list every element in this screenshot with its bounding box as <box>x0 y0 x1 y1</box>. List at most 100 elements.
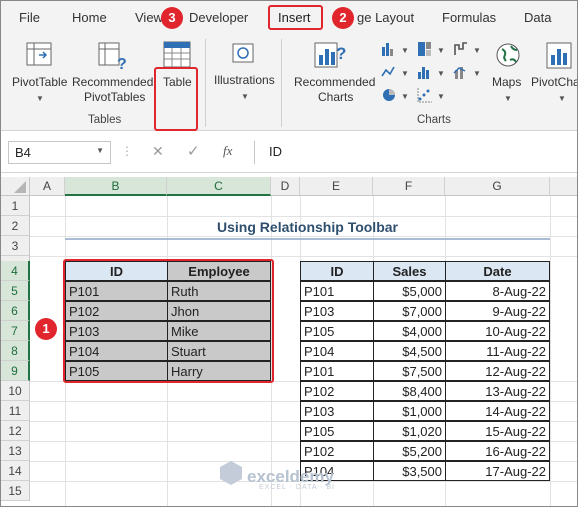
line-chart-icon[interactable]: ▼ <box>381 64 411 80</box>
more-icon: ⋮ <box>121 144 133 158</box>
column-header[interactable] <box>550 177 577 196</box>
tab-file[interactable]: File <box>19 10 40 25</box>
table-header-cell[interactable]: Date <box>445 261 550 281</box>
table-cell[interactable]: $5,200 <box>373 441 446 461</box>
row-header[interactable]: 14 <box>1 461 30 481</box>
row-header[interactable]: 15 <box>1 481 30 501</box>
table-cell[interactable]: $5,000 <box>373 281 446 301</box>
tab-formulas[interactable]: Formulas <box>442 10 496 25</box>
table-cell[interactable]: 16-Aug-22 <box>445 441 550 461</box>
worksheet-grid[interactable]: A B C D E F G 1 2 3 4 5 6 7 8 9 10 11 12… <box>1 177 577 506</box>
column-header[interactable]: F <box>373 177 445 196</box>
tab-view[interactable]: View <box>135 10 163 25</box>
watermark-tagline: EXCEL · DATA · BI <box>259 484 335 491</box>
confirm-icon[interactable]: ✓ <box>187 142 200 160</box>
gridline <box>30 236 577 237</box>
row-header[interactable]: 2 <box>1 216 30 236</box>
selection-highlight <box>63 259 274 383</box>
column-header[interactable]: E <box>300 177 373 196</box>
bar-chart-icon[interactable]: ▼ <box>381 41 411 57</box>
table-header-cell[interactable]: Sales <box>373 261 446 281</box>
group-label-charts: Charts <box>417 114 451 126</box>
recommended-charts-label-1: Recommended <box>294 75 376 89</box>
table-cell[interactable]: P103 <box>300 301 374 321</box>
row-header[interactable]: 6 <box>1 301 30 321</box>
column-header[interactable]: D <box>271 177 300 196</box>
table-cell[interactable]: 8-Aug-22 <box>445 281 550 301</box>
row-header[interactable]: 12 <box>1 421 30 441</box>
row-header[interactable]: 9 <box>1 361 30 381</box>
tab-page-layout[interactable]: ge Layout <box>357 10 414 25</box>
row-header-gap <box>1 256 30 261</box>
row-header[interactable]: 13 <box>1 441 30 461</box>
row-header[interactable]: 11 <box>1 401 30 421</box>
table-cell[interactable]: P105 <box>300 321 374 341</box>
tab-developer[interactable]: Developer <box>189 10 248 25</box>
table-cell[interactable]: P102 <box>300 381 374 401</box>
row-header[interactable]: 5 <box>1 281 30 301</box>
table-cell[interactable]: 12-Aug-22 <box>445 361 550 381</box>
table-cell[interactable]: $4,500 <box>373 341 446 361</box>
ribbon-divider <box>205 39 206 127</box>
table-cell[interactable]: $7,000 <box>373 301 446 321</box>
svg-text:?: ? <box>336 44 346 63</box>
table-header-cell[interactable]: ID <box>300 261 374 281</box>
ribbon-insert: PivotTable ▼ ? Recommended PivotTables T… <box>1 35 577 131</box>
scatter-chart-icon[interactable]: ▼ <box>417 87 447 103</box>
row-header[interactable]: 8 <box>1 341 30 361</box>
table-cell[interactable]: 9-Aug-22 <box>445 301 550 321</box>
tab-data[interactable]: Data <box>524 10 551 25</box>
row-header[interactable]: 10 <box>1 381 30 401</box>
formula-input[interactable]: ID <box>254 141 577 164</box>
cancel-icon[interactable]: ✕ <box>152 143 164 160</box>
tab-home[interactable]: Home <box>72 10 107 25</box>
table-cell[interactable]: P105 <box>300 421 374 441</box>
column-header[interactable]: G <box>445 177 550 196</box>
table-cell[interactable]: P104 <box>300 341 374 361</box>
table-cell[interactable]: $8,400 <box>373 381 446 401</box>
table-cell[interactable]: P103 <box>300 401 374 421</box>
waterfall-chart-icon[interactable]: ▼ <box>453 41 483 57</box>
table-cell[interactable]: 15-Aug-22 <box>445 421 550 441</box>
pie-chart-icon[interactable]: ▼ <box>381 87 411 103</box>
step-badge-3: 3 <box>161 7 183 29</box>
name-box[interactable]: B4 ▼ <box>8 141 111 164</box>
hierarchy-chart-icon[interactable]: ▼ <box>417 41 447 57</box>
column-header[interactable]: A <box>30 177 65 196</box>
select-all-corner[interactable] <box>1 177 30 196</box>
svg-text:▼: ▼ <box>401 69 409 78</box>
table-cell[interactable]: $3,500 <box>373 461 446 481</box>
column-header[interactable]: B <box>65 177 167 196</box>
table-cell[interactable]: 17-Aug-22 <box>445 461 550 481</box>
pivottable-label: PivotTable <box>12 75 68 89</box>
table-cell[interactable]: $4,000 <box>373 321 446 341</box>
row-header[interactable]: 1 <box>1 196 30 216</box>
table-cell[interactable]: $1,020 <box>373 421 446 441</box>
row-header[interactable]: 7 <box>1 321 30 341</box>
column-header[interactable]: C <box>167 177 271 196</box>
row-header[interactable]: 4 <box>1 261 30 281</box>
table-cell[interactable]: 14-Aug-22 <box>445 401 550 421</box>
step-badge-1: 1 <box>35 318 57 340</box>
table-cell[interactable]: $7,500 <box>373 361 446 381</box>
table-cell[interactable]: P101 <box>300 361 374 381</box>
table-cell[interactable]: P101 <box>300 281 374 301</box>
row-header[interactable]: 3 <box>1 236 30 256</box>
insert-function-icon[interactable]: fx <box>223 143 232 159</box>
recommended-charts-label-2: Charts <box>318 90 354 104</box>
chevron-down-icon: ▼ <box>558 94 566 103</box>
recommended-pivottables-icon: ? <box>98 42 127 71</box>
statistic-chart-icon[interactable]: ▼ <box>417 64 447 80</box>
table-cell[interactable]: $1,000 <box>373 401 446 421</box>
recommended-charts-icon: ? <box>314 42 346 68</box>
table-cell[interactable]: 13-Aug-22 <box>445 381 550 401</box>
table-cell[interactable]: P102 <box>300 441 374 461</box>
ribbon-tabs: File Home View Developer Insert ge Layou… <box>1 1 577 35</box>
svg-text:▼: ▼ <box>473 46 481 55</box>
combo-chart-icon[interactable]: ▼ <box>453 64 483 80</box>
gridline <box>30 216 577 217</box>
group-label-tables: Tables <box>88 114 122 126</box>
select-all-icon <box>14 181 26 193</box>
table-cell[interactable]: 11-Aug-22 <box>445 341 550 361</box>
table-cell[interactable]: 10-Aug-22 <box>445 321 550 341</box>
